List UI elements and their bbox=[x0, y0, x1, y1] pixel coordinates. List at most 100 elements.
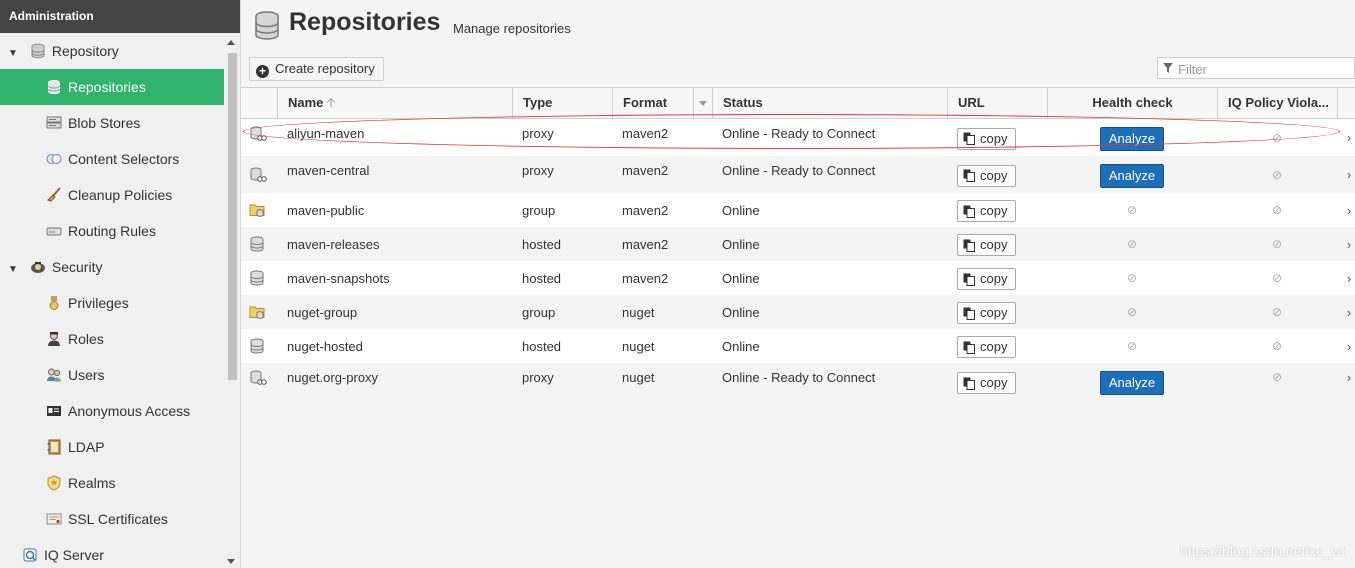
column-header-iq-policy[interactable]: IQ Policy Viola... bbox=[1217, 88, 1337, 118]
repository-format: maven2 bbox=[622, 202, 669, 218]
url-cell: copy bbox=[957, 295, 1017, 329]
copy-url-button[interactable]: copy bbox=[957, 268, 1017, 290]
caret-down-icon[interactable]: ▼ bbox=[8, 252, 20, 288]
sidebar-item-ssl-certificates[interactable]: SSL Certificates bbox=[0, 501, 224, 537]
table-row[interactable]: maven-releases hosted maven2 Online copy… bbox=[241, 227, 1355, 261]
table-row[interactable]: nuget-hosted hosted nuget Online copy ⊘ … bbox=[241, 329, 1355, 363]
not-available-icon: ⊘ bbox=[1126, 271, 1138, 285]
column-header-type[interactable]: Type bbox=[512, 88, 612, 118]
iq-policy-cell: ⊘ bbox=[1217, 227, 1337, 261]
sidebar-item-cleanup-policies[interactable]: Cleanup Policies bbox=[0, 177, 224, 213]
sidebar-item-label: Cleanup Policies bbox=[68, 187, 173, 203]
health-check-cell: ⊘ bbox=[1047, 193, 1217, 227]
repository-name[interactable]: nuget-group bbox=[287, 295, 357, 329]
chevron-right-icon[interactable]: › bbox=[1343, 193, 1355, 227]
repository-name[interactable]: maven-public bbox=[287, 193, 364, 227]
copy-icon bbox=[963, 307, 975, 320]
column-header-name-label: Name bbox=[288, 95, 324, 110]
chevron-right-icon[interactable]: › bbox=[1343, 156, 1355, 193]
sidebar-item-routing-rules[interactable]: Routing Rules bbox=[0, 213, 224, 249]
repository-status: Online bbox=[722, 236, 760, 252]
sidebar-scrollbar[interactable] bbox=[224, 33, 240, 568]
sidebar-item-label: Repository bbox=[51, 43, 119, 59]
repository-name[interactable]: maven-snapshots bbox=[287, 261, 390, 295]
sidebar-item-ldap[interactable]: LDAP bbox=[0, 429, 224, 465]
sidebar-item-content-selectors[interactable]: Content Selectors bbox=[0, 141, 224, 177]
database-icon bbox=[249, 329, 269, 363]
repository-name[interactable]: nuget.org-proxy bbox=[287, 363, 378, 408]
chevron-right-icon[interactable]: › bbox=[1343, 261, 1355, 295]
repository-status: Online bbox=[722, 304, 760, 320]
sidebar-item-realms[interactable]: Realms bbox=[0, 465, 224, 501]
scroll-down-arrow-icon[interactable] bbox=[227, 559, 235, 564]
copy-url-button[interactable]: copy bbox=[957, 234, 1017, 256]
copy-url-button[interactable]: copy bbox=[957, 200, 1017, 222]
grid-header: Name 🡡 Type Format Status URL Health chec… bbox=[241, 87, 1355, 119]
copy-url-button[interactable]: copy bbox=[957, 372, 1017, 394]
chevron-right-icon[interactable]: › bbox=[1343, 119, 1355, 156]
column-header-url-label: URL bbox=[958, 95, 985, 110]
health-check-cell: Analyze bbox=[1047, 119, 1217, 156]
not-available-icon: ⊘ bbox=[1126, 305, 1138, 319]
url-cell: copy bbox=[957, 119, 1017, 156]
column-menu-dropdown-icon[interactable] bbox=[693, 88, 712, 118]
sidebar-item-iq-server[interactable]: IQ Server bbox=[0, 537, 224, 568]
table-row[interactable]: nuget-group group nuget Online copy ⊘ ⊘ … bbox=[241, 295, 1355, 329]
table-row[interactable]: maven-public group maven2 Online copy ⊘ … bbox=[241, 193, 1355, 227]
database-icon bbox=[255, 11, 279, 40]
filter-input[interactable] bbox=[1176, 60, 1350, 78]
sidebar-item-label: Repositories bbox=[68, 79, 146, 95]
sidebar-item-repositories[interactable]: Repositories bbox=[0, 69, 224, 105]
column-header-url[interactable]: URL bbox=[947, 88, 1047, 118]
copy-url-button[interactable]: copy bbox=[957, 302, 1017, 324]
sidebar-item-privileges[interactable]: Privileges bbox=[0, 285, 224, 321]
scrollbar-thumb[interactable] bbox=[228, 53, 237, 380]
table-row[interactable]: maven-central proxy maven2 Online - Read… bbox=[241, 156, 1355, 193]
database-icon bbox=[249, 227, 269, 261]
repository-name[interactable]: nuget-hosted bbox=[287, 329, 363, 363]
repository-type: group bbox=[522, 202, 556, 218]
iq-policy-cell: ⊘ bbox=[1217, 119, 1337, 156]
column-header-health-check[interactable]: Health check bbox=[1047, 88, 1217, 118]
sidebar-item-roles[interactable]: Roles bbox=[0, 321, 224, 357]
not-available-icon: ⊘ bbox=[1271, 370, 1283, 384]
not-available-icon: ⊘ bbox=[1271, 130, 1283, 145]
analyze-button[interactable]: Analyze bbox=[1099, 371, 1165, 395]
create-repository-label: Create repository bbox=[275, 61, 375, 76]
database-icon bbox=[48, 80, 60, 95]
analyze-button[interactable]: Analyze bbox=[1099, 163, 1165, 188]
sidebar-item-blob-stores[interactable]: Blob Stores bbox=[0, 105, 224, 141]
table-row[interactable]: aliyun-maven proxy maven2 Online - Ready… bbox=[241, 119, 1355, 156]
copy-icon bbox=[963, 341, 975, 354]
table-row[interactable]: maven-snapshots hosted maven2 Online cop… bbox=[241, 261, 1355, 295]
create-repository-button[interactable]: + Create repository bbox=[249, 57, 384, 81]
analyze-button[interactable]: Analyze bbox=[1099, 126, 1165, 151]
copy-label: copy bbox=[980, 130, 1008, 146]
chevron-right-icon[interactable]: › bbox=[1343, 227, 1355, 261]
column-header-name[interactable]: Name 🡡 bbox=[277, 88, 512, 118]
sidebar-item-users[interactable]: Users bbox=[0, 357, 224, 393]
repository-name[interactable]: maven-releases bbox=[287, 227, 380, 261]
copy-icon bbox=[963, 377, 975, 390]
table-row[interactable]: nuget.org-proxy proxy nuget Online - Rea… bbox=[241, 363, 1355, 401]
repository-type: group bbox=[522, 304, 556, 320]
sidebar-item-repository[interactable]: ▼ Repository bbox=[0, 33, 224, 69]
column-header-status[interactable]: Status bbox=[712, 88, 947, 118]
url-cell: copy bbox=[957, 193, 1017, 227]
column-header-format[interactable]: Format bbox=[612, 88, 712, 118]
iq-policy-cell: ⊘ bbox=[1217, 193, 1337, 227]
copy-url-button[interactable]: copy bbox=[957, 336, 1017, 358]
chevron-right-icon[interactable]: › bbox=[1343, 363, 1355, 408]
chevron-right-icon[interactable]: › bbox=[1343, 295, 1355, 329]
chevron-right-icon[interactable]: › bbox=[1343, 329, 1355, 363]
scroll-up-arrow-icon[interactable] bbox=[227, 40, 235, 45]
sidebar-item-label: IQ Server bbox=[44, 547, 104, 563]
sidebar-item-anonymous-access[interactable]: Anonymous Access bbox=[0, 393, 224, 429]
copy-url-button[interactable]: copy bbox=[957, 164, 1017, 187]
sidebar-item-security[interactable]: ▼ Security bbox=[0, 249, 224, 285]
copy-url-button[interactable]: copy bbox=[957, 127, 1017, 150]
repository-format: nuget bbox=[622, 304, 655, 320]
caret-down-icon[interactable]: ▼ bbox=[8, 36, 20, 72]
filter-box[interactable] bbox=[1157, 57, 1355, 79]
repository-status: Online - Ready to Connect bbox=[722, 370, 876, 385]
